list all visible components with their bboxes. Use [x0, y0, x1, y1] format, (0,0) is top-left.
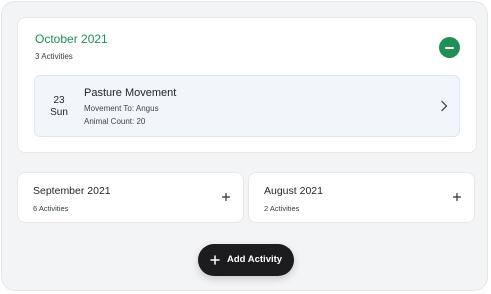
month-title[interactable]: October 2021 [35, 32, 108, 46]
month-card-october-2021: October 2021 3 Activities 23 Sun Pasture… [17, 17, 477, 153]
month-activity-count: 2 Activities [264, 204, 300, 213]
activity-item[interactable]: 23 Sun Pasture Movement Movement To: Ang… [34, 75, 460, 137]
activity-movement-to: Movement To: Angus [84, 104, 159, 113]
month-activity-count: 6 Activities [33, 204, 69, 213]
plus-icon[interactable] [452, 192, 462, 202]
month-card-august-2021[interactable]: August 2021 2 Activities [248, 172, 475, 223]
add-activity-button[interactable]: Add Activity [198, 244, 294, 276]
activity-weekday: Sun [50, 107, 68, 118]
month-title: August 2021 [264, 185, 323, 197]
minus-circle-icon [445, 46, 454, 49]
chevron-right-icon[interactable] [439, 100, 449, 112]
activity-title: Pasture Movement [84, 87, 177, 99]
plus-icon [210, 255, 220, 265]
month-title: September 2021 [33, 185, 111, 197]
plus-icon[interactable] [221, 192, 231, 202]
month-activity-count: 3 Activities [35, 52, 73, 61]
activities-panel: October 2021 3 Activities 23 Sun Pasture… [1, 1, 488, 291]
month-card-september-2021[interactable]: September 2021 6 Activities [17, 172, 244, 223]
add-activity-label: Add Activity [227, 254, 283, 265]
collapse-month-button[interactable] [439, 37, 460, 58]
activity-day: 23 [53, 95, 65, 106]
activity-animal-count: Animal Count: 20 [84, 117, 146, 126]
